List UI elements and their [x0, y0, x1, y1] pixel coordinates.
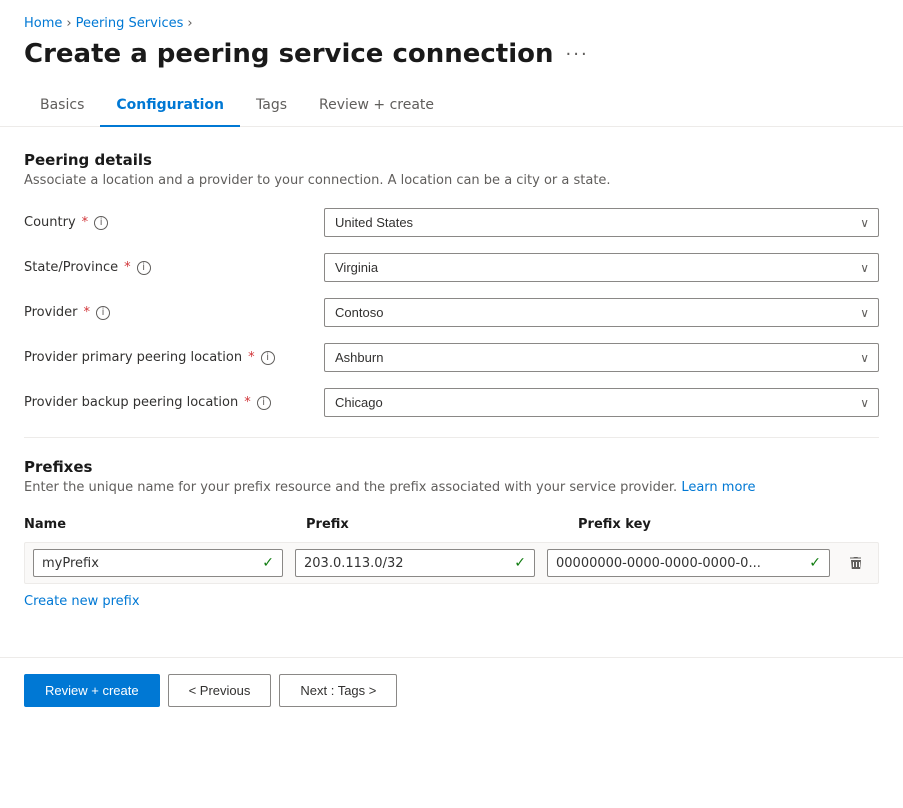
key-check-icon: ✓	[809, 555, 821, 571]
backup-location-label: Provider backup peering location * i	[24, 395, 324, 410]
prefix-check-icon: ✓	[514, 555, 526, 571]
delete-prefix-button[interactable]	[842, 549, 870, 577]
section-divider	[24, 437, 879, 438]
provider-select-wrapper: Contoso	[324, 298, 879, 327]
prefix-input-field[interactable]: 203.0.113.0/32 ✓	[295, 549, 535, 577]
state-required: *	[124, 260, 131, 275]
country-select-wrapper: United States	[324, 208, 879, 237]
tab-tags[interactable]: Tags	[240, 85, 303, 127]
state-label: State/Province * i	[24, 260, 324, 275]
primary-location-required: *	[248, 350, 255, 365]
next-button[interactable]: Next : Tags >	[279, 674, 397, 707]
page-title: Create a peering service connection	[24, 39, 554, 69]
footer-buttons: Review + create < Previous Next : Tags >	[0, 658, 903, 723]
backup-location-info-icon[interactable]: i	[257, 396, 271, 410]
prefix-key-field[interactable]: 00000000-0000-0000-0000-0... ✓	[547, 549, 830, 577]
peering-details-title: Peering details	[24, 151, 879, 169]
prefixes-desc: Enter the unique name for your prefix re…	[24, 480, 879, 495]
prefix-table-header: Name Prefix Prefix key	[24, 511, 879, 538]
primary-location-control: Ashburn	[324, 343, 879, 372]
tab-configuration[interactable]: Configuration	[100, 85, 240, 127]
peering-details-desc: Associate a location and a provider to y…	[24, 173, 879, 188]
review-create-button[interactable]: Review + create	[24, 674, 160, 707]
name-input-field[interactable]: myPrefix ✓	[33, 549, 283, 577]
prefixes-title: Prefixes	[24, 458, 879, 476]
country-row: Country * i United States	[24, 208, 879, 237]
backup-location-control: Chicago	[324, 388, 879, 417]
backup-location-row: Provider backup peering location * i Chi…	[24, 388, 879, 417]
backup-location-select-wrapper: Chicago	[324, 388, 879, 417]
prefix-row: myPrefix ✓ 203.0.113.0/32 ✓ 00000000-000…	[24, 542, 879, 584]
key-value: 00000000-0000-0000-0000-0...	[556, 556, 805, 571]
breadcrumb: Home › Peering Services ›	[0, 0, 903, 39]
primary-location-select-wrapper: Ashburn	[324, 343, 879, 372]
state-select-wrapper: Virginia	[324, 253, 879, 282]
country-control: United States	[324, 208, 879, 237]
backup-location-select[interactable]: Chicago	[324, 388, 879, 417]
peering-details-section: Peering details Associate a location and…	[24, 151, 879, 188]
col-key-header: Prefix key	[578, 517, 879, 532]
create-new-prefix-link[interactable]: Create new prefix	[24, 594, 140, 609]
prefix-value: 203.0.113.0/32	[304, 556, 404, 571]
state-control: Virginia	[324, 253, 879, 282]
previous-button[interactable]: < Previous	[168, 674, 272, 707]
provider-info-icon[interactable]: i	[96, 306, 110, 320]
name-value: myPrefix	[42, 556, 99, 571]
primary-location-info-icon[interactable]: i	[261, 351, 275, 365]
country-select[interactable]: United States	[324, 208, 879, 237]
breadcrumb-sep2: ›	[187, 16, 192, 31]
prefixes-section: Prefixes Enter the unique name for your …	[24, 437, 879, 609]
country-label: Country * i	[24, 215, 324, 230]
provider-required: *	[84, 305, 91, 320]
more-options-icon[interactable]: ···	[566, 44, 589, 65]
state-info-icon[interactable]: i	[137, 261, 151, 275]
content-area: Peering details Associate a location and…	[0, 127, 903, 633]
backup-location-required: *	[244, 395, 251, 410]
breadcrumb-sep1: ›	[66, 16, 71, 31]
col-name-header: Name	[24, 517, 294, 532]
state-select[interactable]: Virginia	[324, 253, 879, 282]
breadcrumb-peering-services[interactable]: Peering Services	[76, 16, 184, 31]
provider-row: Provider * i Contoso	[24, 298, 879, 327]
provider-select[interactable]: Contoso	[324, 298, 879, 327]
primary-location-label: Provider primary peering location * i	[24, 350, 324, 365]
name-check-icon: ✓	[262, 555, 274, 571]
col-prefix-header: Prefix	[306, 517, 566, 532]
page-header: Create a peering service connection ···	[0, 39, 903, 85]
tabs-bar: Basics Configuration Tags Review + creat…	[0, 85, 903, 127]
provider-label: Provider * i	[24, 305, 324, 320]
breadcrumb-home[interactable]: Home	[24, 16, 62, 31]
state-row: State/Province * i Virginia	[24, 253, 879, 282]
country-info-icon[interactable]: i	[94, 216, 108, 230]
country-required: *	[82, 215, 89, 230]
tab-review-create[interactable]: Review + create	[303, 85, 450, 127]
primary-location-row: Provider primary peering location * i As…	[24, 343, 879, 372]
provider-control: Contoso	[324, 298, 879, 327]
tab-basics[interactable]: Basics	[24, 85, 100, 127]
learn-more-link[interactable]: Learn more	[681, 480, 755, 495]
primary-location-select[interactable]: Ashburn	[324, 343, 879, 372]
